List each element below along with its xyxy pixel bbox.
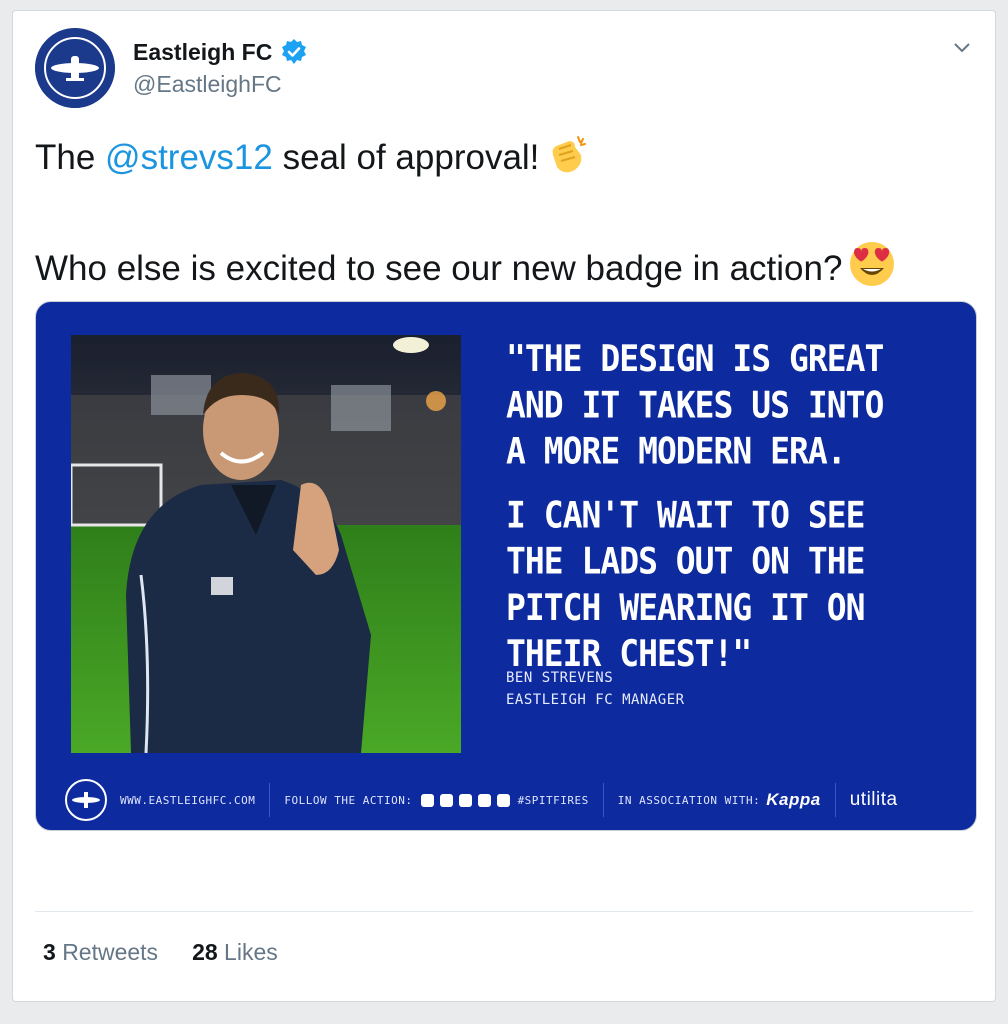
retweets-stat[interactable]: 3 Retweets: [43, 939, 158, 966]
quote-text: "THE DESIGN IS GREAT AND IT TAKES US INT…: [506, 336, 946, 677]
heart-eyes-emoji-icon: [848, 240, 896, 301]
instagram-icon: [439, 793, 453, 807]
likes-count: 28: [192, 939, 218, 965]
social-icons: [420, 793, 510, 807]
footer-association-label: IN ASSOCIATION WITH:: [617, 793, 761, 807]
byline-name: BEN STREVENS: [506, 670, 614, 686]
retweets-label: Retweets: [62, 939, 159, 965]
verified-badge-icon: [280, 38, 308, 66]
footer-divider: [269, 783, 271, 817]
author-handle[interactable]: @EastleighFC: [133, 71, 282, 98]
quote-part-1: "THE DESIGN IS GREAT AND IT TAKES US INT…: [506, 337, 884, 473]
media-footer: WWW.EASTLEIGHFC.COM FOLLOW THE ACTION: #…: [36, 770, 976, 830]
tweet-text-suffix: seal of approval!: [272, 138, 540, 177]
footer-divider: [834, 783, 836, 817]
retweets-count: 3: [43, 939, 56, 965]
tweet-line-2: Who else is excited to see our new badge…: [35, 240, 975, 301]
tweet-line-2-text: Who else is excited to see our new badge…: [35, 249, 843, 288]
twitter-icon: [458, 793, 472, 807]
stats-divider: [35, 911, 973, 912]
quote-part-2: I CAN'T WAIT TO SEE THE LADS OUT ON THE …: [506, 493, 866, 675]
linkedin-icon: [496, 793, 510, 807]
author-display-name[interactable]: Eastleigh FC: [133, 39, 272, 66]
utilita-logo: utilita: [849, 789, 898, 810]
tweet-media-image[interactable]: "THE DESIGN IS GREAT AND IT TAKES US INT…: [35, 301, 977, 831]
youtube-icon: [477, 793, 491, 807]
tweet-line-1: The @strevs12 seal of approval!: [35, 133, 975, 190]
club-crest-icon: [64, 778, 108, 822]
footer-website: WWW.EASTLEIGHFC.COM: [120, 793, 256, 807]
tweet-card: Eastleigh FC @EastleighFC The @strevs12 …: [12, 10, 996, 1002]
author-avatar[interactable]: [35, 28, 115, 108]
manager-photo: [71, 335, 461, 753]
footer-divider: [602, 783, 604, 817]
mention-link[interactable]: @strevs12: [105, 138, 273, 177]
byline-role: EASTLEIGH FC MANAGER: [506, 692, 685, 708]
footer-follow-label: FOLLOW THE ACTION:: [284, 793, 413, 807]
tweet-text-prefix: The: [35, 138, 106, 177]
likes-stat[interactable]: 28 Likes: [192, 939, 278, 966]
tweet-text: The @strevs12 seal of approval! Who else…: [35, 133, 975, 301]
quote-byline: BEN STREVENS EASTLEIGH FC MANAGER: [506, 667, 685, 711]
tweet-stats: 3 Retweets 28 Likes: [43, 939, 278, 966]
chevron-down-icon[interactable]: [951, 37, 973, 59]
likes-label: Likes: [224, 939, 278, 965]
facebook-icon: [420, 793, 434, 807]
footer-hashtag: #SPITFIRES: [517, 793, 589, 807]
clapping-hands-emoji-icon: [545, 133, 589, 190]
kappa-logo: Kappa: [766, 790, 821, 809]
